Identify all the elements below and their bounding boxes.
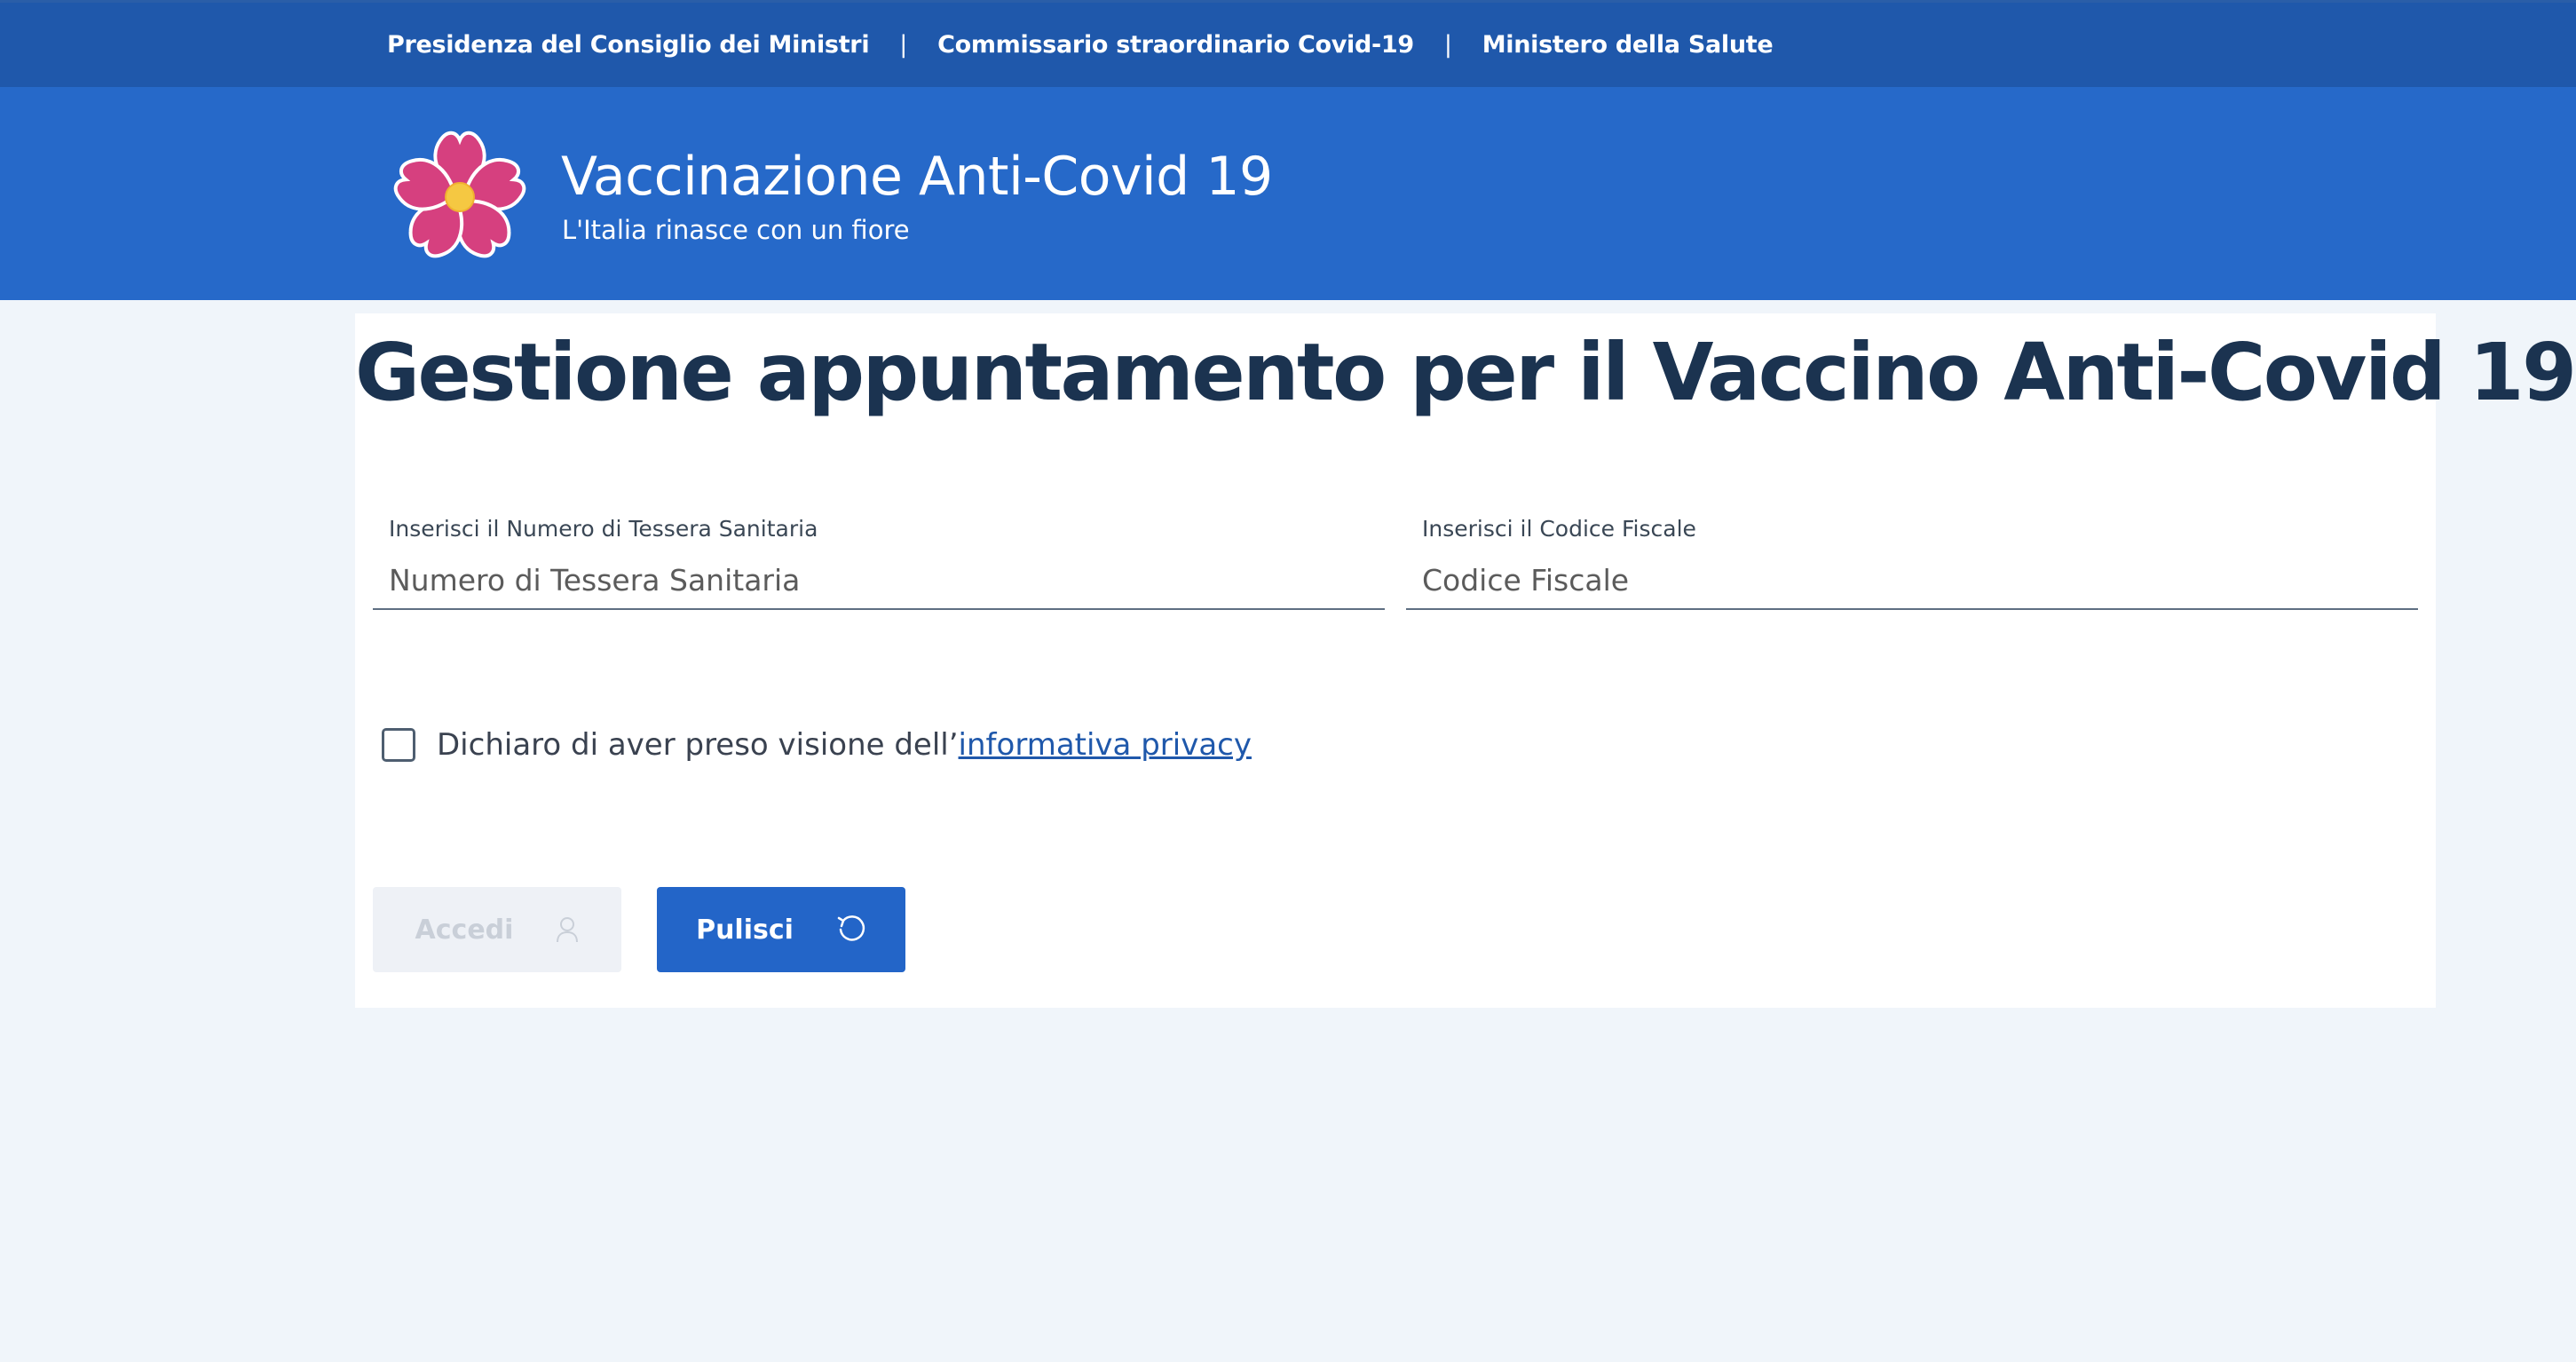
link-presidenza-consiglio[interactable]: Presidenza del Consiglio dei Ministri [387,31,870,59]
site-subtitle: L'Italia rinasce con un fiore [562,215,910,245]
link-commissario-covid[interactable]: Commissario straordinario Covid-19 [937,31,1414,59]
site-title[interactable]: Vaccinazione Anti-Covid 19 [561,146,1273,208]
primula-flower-icon[interactable] [385,123,534,272]
top-navigation-bar: Presidenza del Consiglio dei Ministri | … [0,0,2576,87]
tessera-sanitaria-label: Inserisci il Numero di Tessera Sanitaria [389,516,818,542]
refresh-icon [836,915,866,945]
nav-separator: | [1443,31,1452,59]
tessera-sanitaria-field: Inserisci il Numero di Tessera Sanitaria [373,516,1385,624]
privacy-consent-row: Dichiaro di aver preso visione dell’ info… [382,727,1252,763]
codice-fiscale-label: Inserisci il Codice Fiscale [1422,516,1696,542]
site-header: Vaccinazione Anti-Covid 19 L'Italia rina… [0,87,2576,300]
pulisci-button-label: Pulisci [696,914,794,946]
nav-separator: | [899,31,908,59]
page-title: Gestione appuntamento per il Vaccino Ant… [355,326,2576,418]
codice-fiscale-field: Inserisci il Codice Fiscale [1406,516,2418,624]
user-icon [556,916,579,943]
privacy-checkbox[interactable] [382,728,415,762]
institutional-links: Presidenza del Consiglio dei Ministri | … [387,3,1774,87]
tessera-sanitaria-input[interactable] [373,551,1385,610]
accedi-button-label: Accedi [415,914,514,946]
link-ministero-salute[interactable]: Ministero della Salute [1482,31,1774,59]
privacy-consent-text: Dichiaro di aver preso visione dell’ [437,727,959,763]
accedi-button[interactable]: Accedi [373,887,621,972]
appointment-form-card: Gestione appuntamento per il Vaccino Ant… [355,313,2576,1008]
privacy-policy-link[interactable]: informativa privacy [959,727,1252,763]
codice-fiscale-input[interactable] [1406,551,2418,610]
pulisci-button[interactable]: Pulisci [657,887,905,972]
